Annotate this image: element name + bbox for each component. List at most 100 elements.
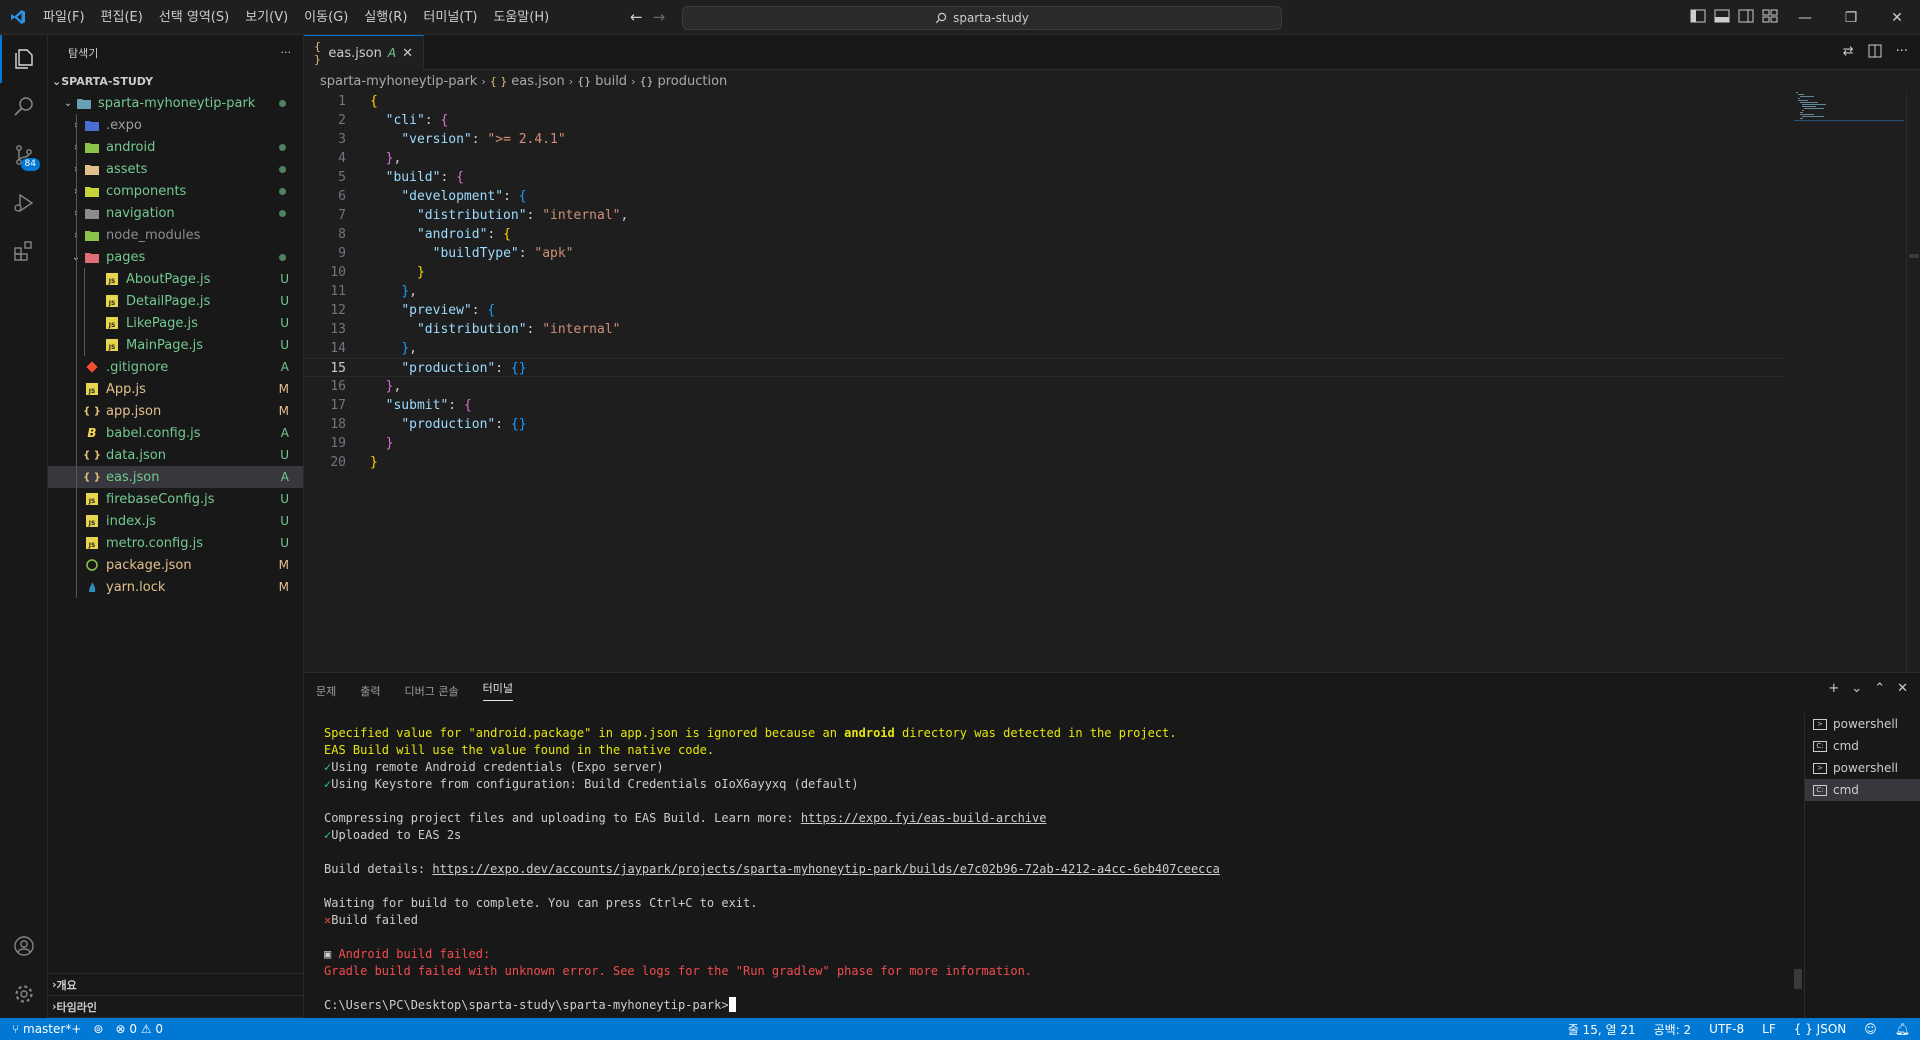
- tree-item-app-json[interactable]: { } app.json M: [48, 400, 303, 422]
- close-tab-icon[interactable]: ✕: [402, 46, 413, 61]
- command-center-search[interactable]: sparta-study: [682, 6, 1282, 30]
- terminal-item-powershell[interactable]: > powershell: [1805, 757, 1920, 779]
- extensions-icon[interactable]: [0, 227, 48, 275]
- menu-run[interactable]: 실행(R): [356, 0, 415, 35]
- branch-indicator[interactable]: ⑂ master*+: [12, 1022, 81, 1036]
- status-dot: [279, 143, 286, 151]
- menu-view[interactable]: 보기(V): [237, 0, 296, 35]
- breadcrumb-item[interactable]: production: [657, 74, 727, 89]
- timeline-section[interactable]: › 타임라인: [48, 996, 304, 1018]
- menu-selection[interactable]: 선택 영역(S): [151, 0, 237, 35]
- tree-item-firebaseconfig-js[interactable]: JS firebaseConfig.js U: [48, 488, 303, 510]
- tree-item-expo[interactable]: ›.expo: [48, 114, 303, 136]
- tab-debug-console[interactable]: 디버그 콘솔: [405, 683, 459, 699]
- explorer-icon[interactable]: [0, 35, 48, 83]
- terminal-item-powershell[interactable]: > powershell: [1805, 713, 1920, 735]
- menu-go[interactable]: 이동(G): [296, 0, 356, 35]
- tree-item-package-json[interactable]: package.json M: [48, 554, 303, 576]
- toggle-panel-icon[interactable]: [1714, 9, 1730, 23]
- new-terminal-icon[interactable]: +: [1828, 681, 1839, 696]
- menu-help[interactable]: 도움말(H): [485, 0, 557, 35]
- indentation[interactable]: 공백: 2: [1654, 1021, 1692, 1038]
- build-details-link[interactable]: https://expo.dev/accounts/jaypark/projec…: [432, 862, 1219, 876]
- tree-item-data-json[interactable]: { } data.json U: [48, 444, 303, 466]
- tree-item-navigation[interactable]: ›navigation: [48, 202, 303, 224]
- tree-item-app-js[interactable]: JS App.js M: [48, 378, 303, 400]
- tree-item-pages[interactable]: ⌄pages: [48, 246, 303, 268]
- tree-item-babel-config-js[interactable]: Bbabel.config.js A: [48, 422, 303, 444]
- sync-icon[interactable]: ⊚: [93, 1022, 103, 1036]
- tree-item-mainpage-js[interactable]: JS MainPage.js U: [48, 334, 303, 356]
- archive-link[interactable]: https://expo.fyi/eas-build-archive: [801, 811, 1047, 825]
- back-arrow-icon[interactable]: ←: [630, 8, 643, 26]
- breadcrumb-item[interactable]: eas.json: [511, 74, 564, 89]
- customize-layout-icon[interactable]: [1762, 9, 1778, 23]
- accounts-icon[interactable]: [0, 922, 48, 970]
- tree-item-likepage-js[interactable]: JS LikePage.js U: [48, 312, 303, 334]
- tab-problems[interactable]: 문제: [316, 683, 336, 699]
- settings-gear-icon[interactable]: [0, 970, 48, 1018]
- git-status: M: [278, 580, 289, 594]
- more-actions-icon[interactable]: ···: [281, 46, 292, 59]
- source-control-icon[interactable]: 84: [0, 131, 48, 179]
- open-changes-icon[interactable]: ⇄: [1843, 44, 1854, 62]
- tree-item-index-js[interactable]: JS index.js U: [48, 510, 303, 532]
- terminal-output[interactable]: Specified value for "android.package" in…: [324, 725, 1220, 1014]
- status-dot: [279, 253, 286, 261]
- tree-item-label: android: [106, 139, 156, 155]
- terminal-scrollbar[interactable]: [1794, 969, 1802, 989]
- menu-file[interactable]: 파일(F): [35, 0, 93, 35]
- workspace-root[interactable]: ⌄ SPARTA-STUDY: [48, 70, 303, 92]
- language-mode[interactable]: { } JSON: [1794, 1022, 1847, 1036]
- svg-text:JS: JS: [88, 498, 96, 505]
- close-window-icon[interactable]: ✕: [1874, 0, 1920, 35]
- tree-item-label: components: [106, 183, 187, 199]
- breadcrumb-item[interactable]: sparta-myhoneytip-park: [320, 74, 477, 89]
- editor-scrollbar[interactable]: [1906, 92, 1920, 672]
- terminal-item-cmd[interactable]: C: cmd: [1805, 779, 1920, 801]
- restore-icon[interactable]: ❐: [1828, 0, 1874, 35]
- breadcrumb-item[interactable]: build: [595, 74, 627, 89]
- tab-terminal[interactable]: 터미널: [482, 680, 513, 701]
- minimap[interactable]: [1794, 92, 1904, 132]
- tree-item-label: MainPage.js: [126, 337, 204, 353]
- tree-folder-project[interactable]: ⌄ sparta-myhoneytip-park: [48, 92, 303, 114]
- notifications-bell-icon[interactable]: 🔔︎: [1895, 1022, 1910, 1036]
- end-of-line[interactable]: LF: [1762, 1022, 1776, 1036]
- encoding[interactable]: UTF-8: [1709, 1022, 1744, 1036]
- run-debug-icon[interactable]: [0, 179, 48, 227]
- menu-terminal[interactable]: 터미널(T): [415, 0, 485, 35]
- code-editor[interactable]: 1{ 2 "cli": { 3 "version": ">= 2.4.1" 4 …: [304, 92, 1784, 672]
- outline-section[interactable]: › 개요: [48, 974, 304, 996]
- more-actions-icon[interactable]: ···: [1896, 44, 1908, 62]
- close-panel-icon[interactable]: ✕: [1897, 681, 1908, 696]
- git-status: M: [278, 558, 289, 572]
- maximize-panel-icon[interactable]: ⌃: [1874, 681, 1885, 696]
- forward-arrow-icon[interactable]: →: [653, 8, 666, 26]
- tree-item-assets[interactable]: ›assets: [48, 158, 303, 180]
- tree-item-eas-json[interactable]: { } eas.json A: [48, 466, 303, 488]
- cursor-position[interactable]: 줄 15, 열 21: [1568, 1021, 1636, 1038]
- feedback-icon[interactable]: ☺: [1864, 1022, 1877, 1036]
- tree-item-android[interactable]: ›android: [48, 136, 303, 158]
- tree-item-metro-config-js[interactable]: JS metro.config.js U: [48, 532, 303, 554]
- terminal-item-cmd[interactable]: C: cmd: [1805, 735, 1920, 757]
- tree-item-components[interactable]: ›components: [48, 180, 303, 202]
- chevron-down-icon[interactable]: ⌄: [1851, 681, 1862, 696]
- tab-output[interactable]: 출력: [360, 683, 380, 699]
- toggle-primary-sidebar-icon[interactable]: [1690, 9, 1706, 23]
- tab-eas-json[interactable]: { } eas.json A ✕: [304, 35, 424, 70]
- minimize-icon[interactable]: —: [1782, 0, 1828, 35]
- tree-item-aboutpage-js[interactable]: JS AboutPage.js U: [48, 268, 303, 290]
- tree-item-yarn-lock[interactable]: yarn.lock M: [48, 576, 303, 598]
- split-editor-icon[interactable]: [1868, 44, 1882, 62]
- tree-item-label: node_modules: [106, 227, 201, 243]
- toggle-secondary-sidebar-icon[interactable]: [1738, 9, 1754, 23]
- menu-bar: 파일(F) 편집(E) 선택 영역(S) 보기(V) 이동(G) 실행(R) 터…: [35, 0, 557, 35]
- search-icon[interactable]: [0, 83, 48, 131]
- tree-item-node-modules[interactable]: ›node_modules: [48, 224, 303, 246]
- tree-item-gitignore[interactable]: .gitignore A: [48, 356, 303, 378]
- problems-indicator[interactable]: ⊗ 0 ⚠ 0: [115, 1022, 163, 1036]
- tree-item-detailpage-js[interactable]: JS DetailPage.js U: [48, 290, 303, 312]
- menu-edit[interactable]: 편집(E): [93, 0, 151, 35]
